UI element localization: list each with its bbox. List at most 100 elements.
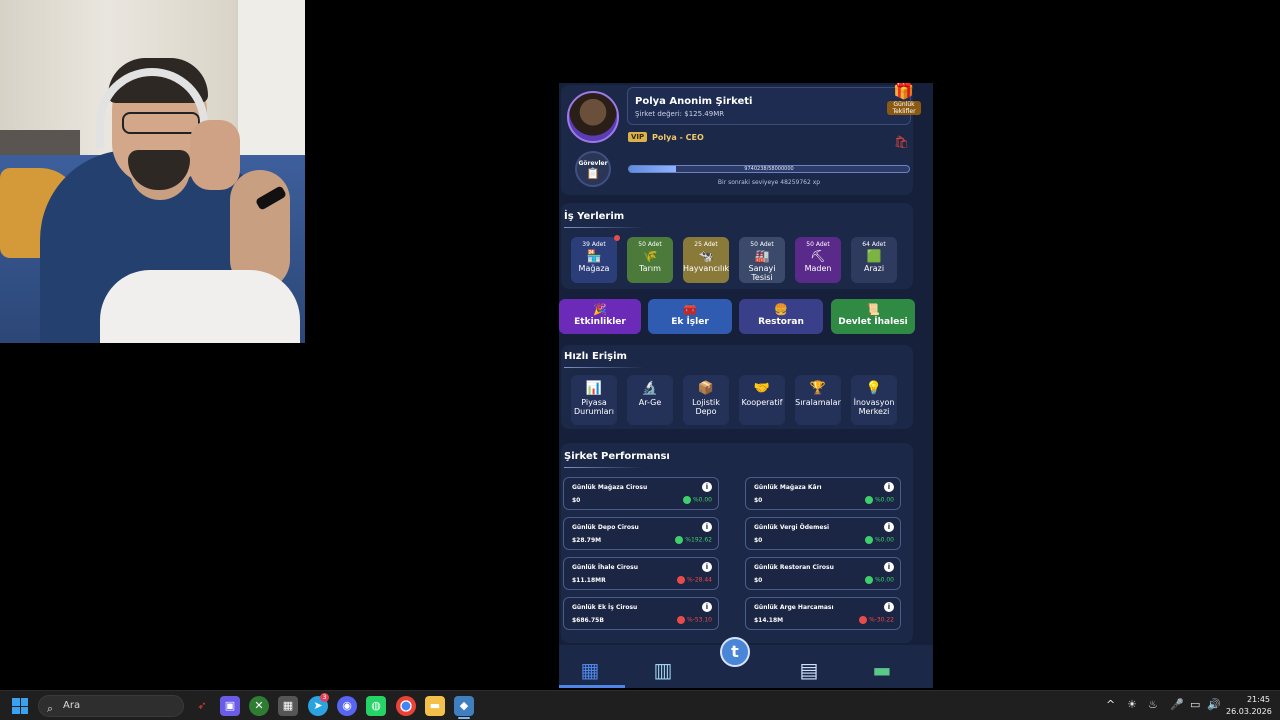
section-underline	[564, 467, 644, 468]
chrome-icon[interactable]	[396, 696, 416, 716]
brightness-icon[interactable]: ☀	[1127, 698, 1137, 711]
performance-label: Günlük Ek İş Cirosu	[572, 604, 638, 611]
shopping-bag-icon[interactable]: 🛍	[894, 135, 909, 149]
performance-change-value: %0.00	[874, 536, 894, 544]
performance-item: Günlük Mağaza Kârı $0 i %0.00	[745, 477, 901, 510]
performance-value: $0	[754, 497, 763, 504]
quick-access-item[interactable]: 📊 Piyasa Durumları	[571, 375, 617, 425]
steam-icon[interactable]: ♨	[1148, 698, 1158, 711]
company-value: Şirket değeri: $125.49MR	[635, 110, 725, 118]
trend-icon	[682, 496, 691, 504]
webcam-person-hand	[190, 120, 240, 190]
performance-value: $14.18M	[754, 617, 784, 624]
whatsapp-icon[interactable]: ◍	[366, 696, 386, 716]
quick-access-item[interactable]: 💡 İnovasyon Merkezi	[851, 375, 897, 425]
avatar[interactable]	[567, 91, 619, 143]
calculator-icon[interactable]: ▦	[278, 696, 298, 716]
big-button[interactable]: 🧰 Ek İşler	[648, 299, 732, 334]
info-icon[interactable]: i	[702, 522, 712, 532]
info-icon[interactable]: i	[702, 602, 712, 612]
file-explorer-icon[interactable]: ▬	[425, 696, 445, 716]
game-app-window: Görevler 📋 Polya Anonim Şirketi Şirket d…	[559, 83, 933, 688]
workplace-item[interactable]: 50 Adet 🌾 Tarım	[627, 237, 673, 283]
research-icon: 🔬	[641, 381, 659, 396]
workplace-item[interactable]: 64 Adet 🟩 Arazi	[851, 237, 897, 283]
app-icon[interactable]: ▣	[220, 696, 240, 716]
money-icon[interactable]: ▬	[867, 657, 897, 685]
info-icon[interactable]: i	[702, 562, 712, 572]
innovation-icon: 💡	[865, 381, 883, 396]
chevron-up-icon[interactable]: ^	[1106, 698, 1115, 711]
city-icon[interactable]: ▤	[794, 657, 824, 685]
big-button[interactable]: 🍔 Restoran	[739, 299, 823, 334]
performance-change-value: %-53.10	[686, 616, 712, 624]
network-icon[interactable]: ▭	[1190, 698, 1200, 711]
volume-icon[interactable]: 🔊	[1207, 698, 1221, 711]
workplace-item[interactable]: 50 Adet 🏭 Sanayi Tesisi	[739, 237, 785, 283]
daily-offers-button[interactable]: 🎁 Günlük Teklifler	[887, 83, 921, 123]
tender-icon: 📜	[866, 303, 880, 316]
quick-access-item[interactable]: 🏆 Sıralamalar	[795, 375, 841, 425]
quick-access-item[interactable]: 🔬 Ar-Ge	[627, 375, 673, 425]
company-info: Polya Anonim Şirketi Şirket değeri: $125…	[627, 87, 911, 125]
search-box[interactable]: ⌕ Ara	[38, 695, 184, 717]
workplace-count: 50 Adet	[806, 241, 830, 248]
performance-change-value: %0.00	[874, 496, 894, 504]
workplace-label: Tarım	[639, 264, 661, 273]
game-launcher-icon[interactable]: ➶	[192, 696, 212, 716]
dashboard-icon[interactable]: ▦	[575, 657, 605, 685]
performance-item: Günlük Mağaza Cirosu $0 i %0.00	[563, 477, 719, 510]
quick-access-label: Kooperatif	[741, 398, 783, 407]
performance-change: %0.00	[682, 496, 712, 504]
workplaces-section: İş Yerlerim 39 Adet 🏪 Mağaza 50 Adet 🌾 Tarım 2…	[561, 203, 913, 289]
workplace-item[interactable]: 50 Adet ⛏ Maden	[795, 237, 841, 283]
performance-change-value: %-28.44	[686, 576, 712, 584]
clock-time: 21:45	[1246, 695, 1270, 704]
discord-icon[interactable]: ◉	[337, 696, 357, 716]
info-icon[interactable]: i	[702, 482, 712, 492]
bluestacks-icon[interactable]: ◆	[454, 696, 474, 716]
company-name: Polya Anonim Şirketi	[635, 96, 753, 107]
taskbar: ⌕ Ara ➶ ▣ ✕ ▦ ➤ 3 ◉ ◍ ▬ ◆ ^ ☀ ♨ 🎤 ▭ 🔊 21:…	[0, 690, 1280, 720]
farm-icon: 🌾	[642, 249, 658, 263]
side-jobs-icon: 🧰	[683, 303, 697, 316]
big-button[interactable]: 📜 Devlet İhalesi	[831, 299, 915, 334]
home-center-icon[interactable]: t	[720, 637, 750, 667]
performance-item: Günlük Restoran Cirosu $0 i %0.00	[745, 557, 901, 590]
performance-change: %0.00	[864, 536, 894, 544]
info-icon[interactable]: i	[884, 602, 894, 612]
workplace-label: Sanayi Tesisi	[748, 264, 776, 282]
quick-access-item[interactable]: 📦 Lojistik Depo	[683, 375, 729, 425]
telegram-icon[interactable]: ➤ 3	[308, 693, 329, 716]
xbox-icon[interactable]: ✕	[249, 696, 269, 716]
warehouse-icon: 📦	[697, 381, 715, 396]
info-icon[interactable]: i	[884, 482, 894, 492]
active-app-indicator	[458, 717, 470, 719]
info-icon[interactable]: i	[884, 562, 894, 572]
big-button[interactable]: 🎉 Etkinlikler	[559, 299, 641, 334]
info-icon[interactable]: i	[884, 522, 894, 532]
performance-value: $11.18MR	[572, 577, 606, 584]
windows-start-icon[interactable]	[12, 698, 28, 714]
workplace-item[interactable]: 39 Adet 🏪 Mağaza	[571, 237, 617, 283]
daily-offers-label: Günlük Teklifler	[887, 101, 921, 115]
performance-change-value: %192.62	[685, 536, 712, 544]
webcam-blanket	[100, 270, 300, 343]
performance-label: Günlük Restoran Cirosu	[754, 564, 834, 571]
section-underline	[564, 227, 644, 228]
performance-change: %192.62	[675, 536, 712, 544]
workplace-item[interactable]: 25 Adet 🐄 Hayvancılık	[683, 237, 729, 283]
quick-access-item[interactable]: 🤝 Kooperatif	[739, 375, 785, 425]
store-icon: 🏪	[586, 249, 602, 263]
performance-label: Günlük İhale Cirosu	[572, 564, 639, 571]
quick-access-label: İnovasyon Merkezi	[853, 398, 895, 416]
performance-change: %-53.10	[676, 616, 712, 624]
clock[interactable]: 21:45 26.03.2026	[1226, 694, 1272, 718]
buildings-icon[interactable]: ▥	[648, 657, 678, 685]
performance-change-value: %0.00	[692, 496, 712, 504]
trend-icon	[675, 536, 684, 544]
microphone-icon[interactable]: 🎤	[1170, 698, 1184, 711]
missions-button[interactable]: Görevler 📋	[575, 151, 611, 187]
performance-value: $0	[754, 537, 763, 544]
big-button-label: Etkinlikler	[574, 317, 626, 327]
